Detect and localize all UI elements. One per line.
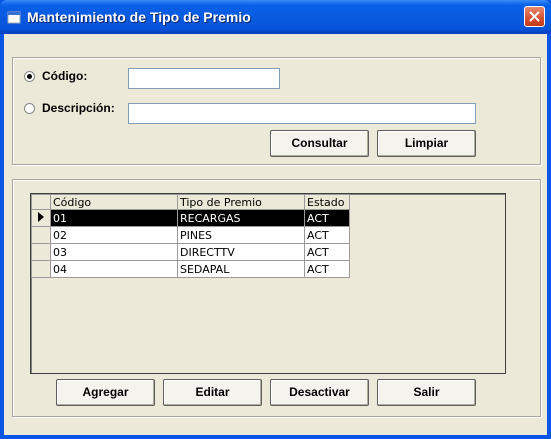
close-button[interactable] [524,6,545,27]
salir-button[interactable]: Salir [377,379,476,406]
cell-codigo[interactable]: 01 [50,209,178,227]
window-app-icon [7,11,21,24]
current-row-arrow-icon [38,211,44,222]
descripcion-label: Descripción: [42,101,115,115]
cell-codigo[interactable]: 03 [50,243,178,261]
row-indicator[interactable] [31,226,51,244]
grid-header-row: Código Tipo de Premio Estado [31,194,350,210]
agregar-button[interactable]: Agregar [56,379,155,406]
cell-tipo[interactable]: SEDAPAL [177,260,305,278]
table-row[interactable]: 02 PINES ACT [31,226,350,244]
table-row[interactable]: 01 RECARGAS ACT [31,209,350,227]
desactivar-button[interactable]: Desactivar [270,379,369,406]
table-row[interactable]: 04 SEDAPAL ACT [31,260,350,278]
cell-tipo[interactable]: RECARGAS [177,209,305,227]
cell-estado[interactable]: ACT [304,209,350,227]
results-table: Código Tipo de Premio Estado 01 RECARGAS… [31,194,350,278]
results-grid[interactable]: Código Tipo de Premio Estado 01 RECARGAS… [30,193,506,374]
row-indicator[interactable] [31,243,51,261]
cell-tipo[interactable]: DIRECTTV [177,243,305,261]
column-header-codigo[interactable]: Código [50,194,178,210]
cell-codigo[interactable]: 02 [50,226,178,244]
window-title: Mantenimiento de Tipo de Premio [27,9,251,25]
descripcion-radio[interactable] [24,103,35,114]
codigo-input[interactable] [128,68,280,89]
codigo-label: Código: [42,69,88,83]
cell-estado[interactable]: ACT [304,260,350,278]
limpiar-button[interactable]: Limpiar [377,130,476,157]
row-indicator[interactable] [31,260,51,278]
main-window: Mantenimiento de Tipo de Premio Código: … [0,0,551,439]
cell-estado[interactable]: ACT [304,226,350,244]
column-header-estado[interactable]: Estado [304,194,350,210]
column-header-tipo[interactable]: Tipo de Premio [177,194,305,210]
close-icon [529,11,540,22]
row-indicator[interactable] [31,209,51,227]
cell-estado[interactable]: ACT [304,243,350,261]
grid-corner-cell [31,194,51,210]
descripcion-input[interactable] [128,103,476,124]
cell-codigo[interactable]: 04 [50,260,178,278]
consultar-button[interactable]: Consultar [270,130,369,157]
title-bar[interactable]: Mantenimiento de Tipo de Premio [0,0,551,34]
table-row[interactable]: 03 DIRECTTV ACT [31,243,350,261]
codigo-radio[interactable] [24,71,35,82]
cell-tipo[interactable]: PINES [177,226,305,244]
editar-button[interactable]: Editar [163,379,262,406]
window-client-area: Código: Descripción: Consultar Limpiar C… [4,34,547,435]
